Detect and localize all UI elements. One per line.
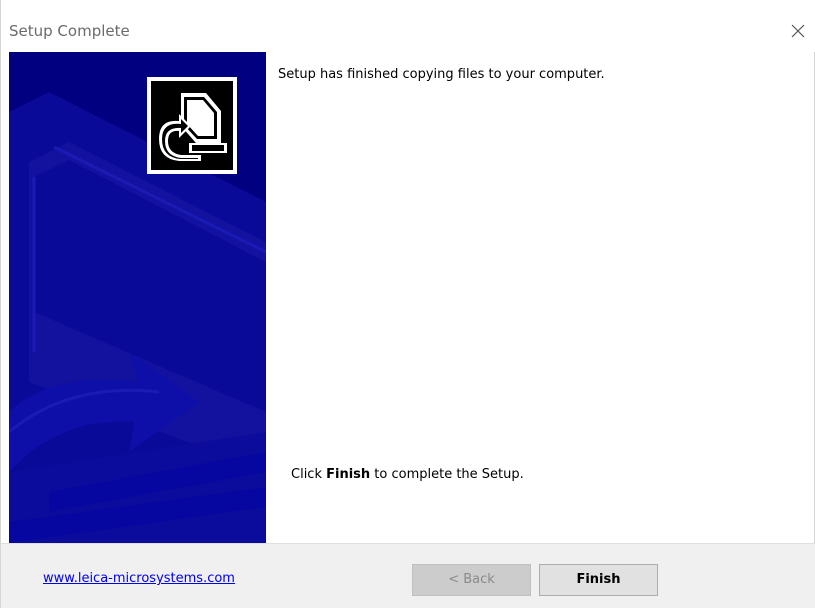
- finish-instruction-bold: Finish: [326, 467, 371, 482]
- finish-button[interactable]: Finish: [539, 564, 658, 596]
- title-bar: Setup Complete: [1, 0, 815, 52]
- finish-instruction-prefix: Click: [291, 467, 327, 482]
- close-icon: [791, 24, 805, 38]
- close-button[interactable]: [781, 16, 815, 48]
- finish-instruction: Click Finish to complete the Setup.: [291, 466, 524, 484]
- finish-instruction-suffix: to complete the Setup.: [370, 467, 524, 482]
- window-title: Setup Complete: [9, 22, 130, 40]
- setup-computer-icon: [151, 81, 233, 170]
- setup-icon-frame: [147, 77, 237, 174]
- website-link[interactable]: www.leica-microsystems.com: [43, 570, 235, 588]
- back-button[interactable]: < Back: [412, 564, 531, 596]
- side-banner: [9, 52, 266, 543]
- completion-message: Setup has finished copying files to your…: [278, 67, 605, 82]
- setup-complete-dialog: Setup Complete Setup has finished copyin…: [0, 0, 815, 608]
